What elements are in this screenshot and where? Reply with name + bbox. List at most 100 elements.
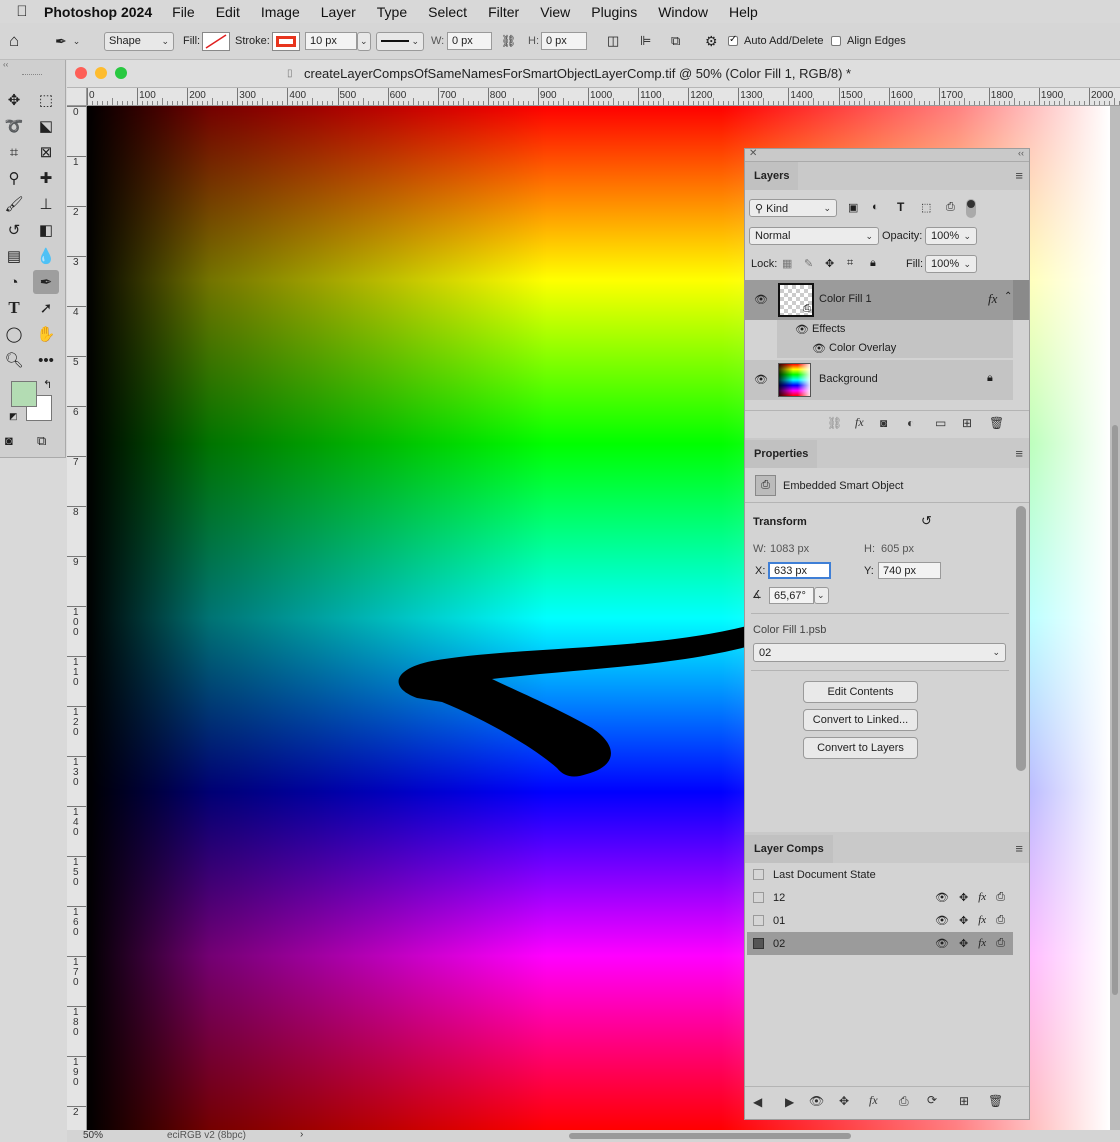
move-tool-icon[interactable]: ✥ [1, 88, 27, 112]
pen-tool-preset-icon[interactable]: ✒ ⌄ [55, 33, 80, 50]
eyedropper-tool-icon[interactable]: ⚲ [1, 166, 27, 190]
swap-colors-icon[interactable]: ↰ [43, 378, 52, 391]
tab-layers[interactable]: Layers [745, 162, 799, 190]
zoom-level[interactable]: 50% [83, 1130, 103, 1141]
brush-tool-icon[interactable]: 🖌 [1, 192, 27, 216]
layers-panel-menu-icon[interactable]: ≡ [1015, 168, 1023, 183]
fx-icon[interactable]: fx [978, 891, 986, 904]
x-input[interactable]: 633 px [768, 562, 831, 579]
align-edges-checkbox[interactable] [831, 36, 841, 46]
visibility-eye-icon[interactable]: 👁︎ [935, 937, 949, 950]
lock-all-icon[interactable]: 🔒︎ [870, 257, 876, 270]
color-overlay-eye-icon[interactable]: 👁︎ [812, 342, 826, 355]
object-selection-tool-icon[interactable]: ⬕ [33, 114, 59, 138]
align-edges-option[interactable]: Align Edges [831, 35, 906, 47]
menu-edit[interactable]: Edit [216, 4, 240, 20]
menu-window[interactable]: Window [658, 4, 708, 20]
menu-layer[interactable]: Layer [321, 4, 356, 20]
menu-select[interactable]: Select [428, 4, 467, 20]
update-all-icon[interactable]: ⟳ [927, 1093, 937, 1107]
auto-add-delete-option[interactable]: Auto Add/Delete [728, 34, 824, 47]
layer-row-background[interactable]: 👁︎ Background 🔒︎ [745, 360, 1013, 400]
blend-mode-select[interactable]: Normal ⌄ [749, 227, 879, 245]
zoom-window-button[interactable] [115, 67, 127, 79]
update-visibility-icon[interactable]: 👁︎ [809, 1094, 824, 1108]
status-menu-chevron-icon[interactable]: › [300, 1129, 303, 1140]
auto-add-delete-checkbox[interactable] [728, 34, 738, 46]
clone-stamp-tool-icon[interactable]: ⊥ [33, 192, 59, 216]
minimize-window-button[interactable] [95, 67, 107, 79]
fx-icon[interactable]: fx [978, 937, 986, 950]
convert-to-linked-button[interactable]: Convert to Linked... [803, 709, 918, 731]
stroke-width-input[interactable]: 10 px [305, 32, 357, 50]
layer-name[interactable]: Background [819, 373, 878, 385]
tab-properties[interactable]: Properties [745, 440, 818, 468]
dodge-tool-icon[interactable]: ◔ [1, 270, 27, 294]
opacity-input[interactable]: 100% ⌄ [925, 227, 977, 245]
zoom-tool-icon[interactable]: 🔍︎ [1, 348, 27, 372]
menu-plugins[interactable]: Plugins [591, 4, 637, 20]
next-comp-icon[interactable]: ▶ [785, 1095, 794, 1109]
stroke-width-dropdown[interactable]: ⌄ [357, 31, 371, 51]
lock-position-icon[interactable]: ✥ [825, 257, 834, 270]
gradient-tool-icon[interactable]: ▤ [1, 244, 27, 268]
smart-object-comp-icon[interactable]: ⎙ [996, 891, 1005, 904]
adjustment-layer-filter-icon[interactable]: ◐ [872, 201, 879, 213]
collapse-icon[interactable]: ‹‹ [0, 60, 66, 70]
collapse-icon[interactable]: ‹‹ [1018, 148, 1024, 158]
applied-comp-icon[interactable] [753, 938, 764, 949]
properties-scrollbar[interactable] [1016, 506, 1026, 771]
menu-help[interactable]: Help [729, 4, 758, 20]
smart-object-comp-icon[interactable]: ⎙ [996, 914, 1005, 927]
update-smart-object-icon[interactable]: ⎙ [899, 1094, 909, 1109]
layer-comp-select[interactable]: 02 ⌄ [753, 643, 1006, 662]
position-icon[interactable]: ✥ [959, 937, 968, 950]
filter-toggle[interactable] [966, 199, 976, 218]
healing-brush-tool-icon[interactable]: ✚ [33, 166, 59, 190]
vertical-ruler[interactable]: 0 1 2 3 4 5 6 7 8 9 100 110 120 130 140 150 160 170 180 190… [67, 106, 87, 1130]
ellipse-tool-icon[interactable]: ◯ [1, 322, 27, 346]
delete-layer-icon[interactable]: 🗑︎ [989, 416, 1004, 430]
home-icon[interactable]: ⌂ [9, 31, 19, 51]
apply-comp-toggle[interactable] [753, 892, 764, 903]
visibility-eye-icon[interactable]: 👁︎ [935, 891, 949, 904]
lock-image-icon[interactable]: ✎ [804, 257, 813, 270]
stroke-swatch[interactable] [272, 32, 300, 51]
previous-comp-icon[interactable]: ◀ [753, 1095, 762, 1109]
menu-view[interactable]: View [540, 4, 570, 20]
new-layer-icon[interactable]: ⊞ [962, 416, 972, 430]
reset-transform-icon[interactable]: ↺ [921, 513, 932, 529]
fx-icon[interactable]: fx [978, 914, 986, 927]
fill-input[interactable]: 100% ⌄ [925, 255, 977, 273]
path-alignment-icon[interactable]: ⊫ [640, 33, 651, 49]
layer-filter-select[interactable]: ⚲ Kind ⌄ [749, 199, 837, 217]
layers-scrollbar[interactable] [1013, 280, 1029, 320]
shape-mode-select[interactable]: Shape ⌄ [104, 31, 174, 51]
width-input[interactable]: 0 px [447, 32, 492, 50]
fx-icon[interactable]: fx [988, 291, 997, 307]
stroke-type-select[interactable]: ⌄ [376, 31, 424, 51]
gear-icon[interactable]: ⚙ [705, 33, 718, 50]
menu-image[interactable]: Image [261, 4, 300, 20]
link-icon[interactable]: ⛓ [501, 34, 516, 48]
path-arrangement-icon[interactable]: ⧉ [671, 33, 680, 49]
app-menu[interactable]: Photoshop 2024 [44, 4, 152, 20]
default-colors-icon[interactable]: ◩ [9, 411, 18, 422]
lock-artboard-icon[interactable]: ⌗ [847, 257, 853, 270]
add-mask-icon[interactable]: ◙ [880, 416, 887, 430]
edit-contents-button[interactable]: Edit Contents [803, 681, 918, 703]
fill-swatch[interactable] [202, 32, 230, 51]
y-input[interactable]: 740 px [878, 562, 941, 579]
pen-tool-icon[interactable]: ✒ [33, 270, 59, 294]
menu-filter[interactable]: Filter [488, 4, 519, 20]
new-comp-icon[interactable]: ⊞ [959, 1094, 969, 1108]
apply-comp-toggle[interactable] [753, 915, 764, 926]
smart-object-comp-icon[interactable]: ⎙ [996, 937, 1005, 950]
new-adjustment-icon[interactable]: ◐ [907, 416, 914, 430]
more-tools-icon[interactable]: ••• [33, 348, 59, 372]
angle-dropdown[interactable]: ⌄ [814, 587, 829, 604]
layer-row-color-fill-1[interactable]: 👁︎ ⎙ Color Fill 1 fx ⌃ [745, 280, 1013, 320]
height-input[interactable]: 0 px [541, 32, 587, 50]
screen-mode-icon[interactable]: ⧉ [37, 433, 46, 449]
pixel-layer-filter-icon[interactable]: ▣ [848, 201, 858, 214]
